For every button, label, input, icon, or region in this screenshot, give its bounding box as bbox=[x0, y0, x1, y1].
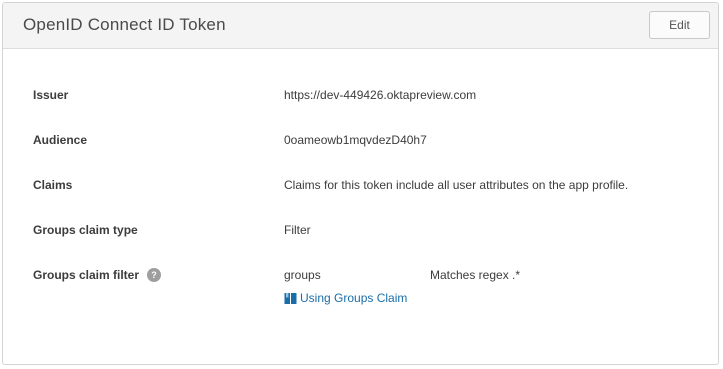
groups-claim-type-value: Filter bbox=[284, 223, 311, 237]
groups-claim-filter-value: groups bbox=[284, 268, 321, 282]
groups-claim-filter-label: Groups claim filter bbox=[33, 268, 140, 282]
groups-claim-type-label: Groups claim type bbox=[33, 223, 138, 237]
issuer-label: Issuer bbox=[33, 88, 69, 102]
issuer-value: https://dev-449426.oktapreview.com bbox=[284, 88, 477, 102]
panel-header: OpenID Connect ID Token Edit bbox=[3, 3, 718, 49]
row-claims: Claims Claims for this token include all… bbox=[3, 177, 718, 199]
book-icon bbox=[284, 292, 297, 304]
row-audience: Audience 0oameowb1mqvdezD40h7 bbox=[3, 132, 718, 154]
using-groups-claim-link[interactable]: Using Groups Claim bbox=[284, 291, 407, 305]
panel-title: OpenID Connect ID Token bbox=[23, 15, 226, 34]
help-icon[interactable]: ? bbox=[147, 268, 161, 282]
claims-value: Claims for this token include all user a… bbox=[284, 178, 629, 192]
row-issuer: Issuer https://dev-449426.oktapreview.co… bbox=[3, 87, 718, 109]
edit-button[interactable]: Edit bbox=[649, 11, 710, 39]
claims-label: Claims bbox=[33, 178, 73, 192]
groups-claim-filter-match: Matches regex .* bbox=[430, 268, 521, 282]
row-groups-claim-type: Groups claim type Filter bbox=[3, 222, 718, 244]
id-token-panel: OpenID Connect ID Token Edit Issuer http… bbox=[2, 2, 719, 365]
row-groups-claim-filter: Groups claim filter ? groups Matches reg… bbox=[3, 267, 718, 289]
using-groups-claim-label: Using Groups Claim bbox=[300, 291, 408, 305]
audience-value: 0oameowb1mqvdezD40h7 bbox=[284, 133, 427, 147]
audience-label: Audience bbox=[33, 133, 88, 147]
